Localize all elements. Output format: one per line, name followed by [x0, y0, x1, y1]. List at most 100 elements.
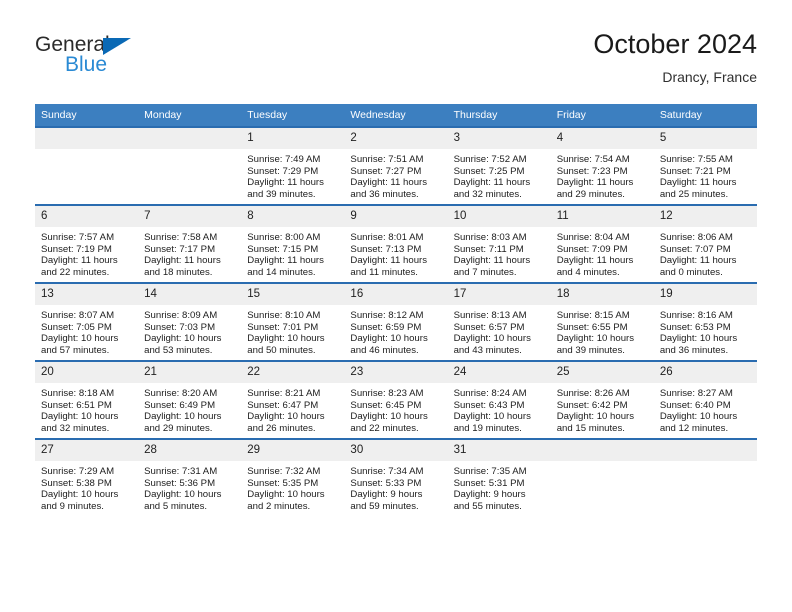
daylight-duration-line2: and 25 minutes.	[659, 188, 729, 200]
daylight-duration-line2: and 55 minutes.	[453, 500, 522, 512]
day-number: 23	[344, 362, 448, 383]
sunset-time: Sunset: 7:25 PM	[453, 165, 525, 177]
calendar-day-cell[interactable]: 11 Sunrise: 8:04 AM Sunset: 7:09 PM Dayligh…	[550, 204, 654, 283]
day-details: Sunrise: 8:23 AM Sunset: 6:45 PM Daylight:…	[344, 383, 447, 434]
calendar-day-cell[interactable]: 27 Sunrise: 7:29 AM Sunset: 5:38 PM Dayligh…	[35, 438, 139, 516]
calendar-day-cell[interactable]: 17 Sunrise: 8:13 AM Sunset: 6:57 PM Dayligh…	[447, 282, 551, 361]
daylight-duration-line2: and 32 minutes.	[41, 422, 110, 434]
daylight-duration-line2: and 50 minutes.	[247, 344, 316, 356]
daylight-duration-line2: and 39 minutes.	[556, 344, 625, 356]
calendar-day-cell[interactable]: 10 Sunrise: 8:03 AM Sunset: 7:11 PM Dayligh…	[447, 204, 551, 283]
day-number: 20	[35, 362, 139, 383]
calendar-day-cell[interactable]: 19 Sunrise: 8:16 AM Sunset: 6:53 PM Dayligh…	[653, 282, 757, 361]
daylight-duration-line2: and 43 minutes.	[453, 344, 522, 356]
daylight-duration-line1: Daylight: 11 hours	[350, 177, 428, 189]
day-details: Sunrise: 8:26 AM Sunset: 6:42 PM Daylight:…	[551, 383, 654, 434]
day-number: 9	[344, 206, 448, 227]
sunrise-time: Sunrise: 8:06 AM	[659, 232, 733, 243]
calendar-day-cell[interactable]: 16 Sunrise: 8:12 AM Sunset: 6:59 PM Dayligh…	[344, 282, 448, 361]
sunset-time: Sunset: 5:33 PM	[350, 477, 422, 489]
day-details: Sunrise: 8:01 AM Sunset: 7:13 PM Daylight:…	[344, 227, 447, 278]
daylight-duration-line1: Daylight: 10 hours	[247, 411, 325, 423]
daylight-duration-line1: Daylight: 10 hours	[144, 411, 222, 423]
day-number: 31	[447, 440, 551, 461]
daylight-duration-line2: and 57 minutes.	[41, 344, 110, 356]
calendar-week-row: 13 Sunrise: 8:07 AM Sunset: 7:05 PM Dayligh…	[35, 282, 757, 361]
day-number: 10	[447, 206, 551, 227]
sunrise-time: Sunrise: 8:18 AM	[41, 388, 115, 399]
title-block: October 2024 Drancy, France	[593, 28, 757, 86]
day-number	[550, 440, 654, 461]
calendar-day-cell[interactable]: 2 Sunrise: 7:51 AM Sunset: 7:27 PM Daylight…	[344, 126, 448, 205]
sunset-time: Sunset: 6:47 PM	[247, 399, 319, 411]
sunrise-time: Sunrise: 8:15 AM	[556, 310, 630, 321]
daylight-duration-line1: Daylight: 10 hours	[247, 333, 325, 345]
calendar-day-cell[interactable]: 29 Sunrise: 7:32 AM Sunset: 5:35 PM Dayligh…	[241, 438, 345, 516]
calendar-day-cell[interactable]: 31 Sunrise: 7:35 AM Sunset: 5:31 PM Dayligh…	[447, 438, 551, 516]
calendar-day-cell[interactable]: 1 Sunrise: 7:49 AM Sunset: 7:29 PM Daylight…	[241, 126, 345, 205]
calendar-day-cell[interactable]: 15 Sunrise: 8:10 AM Sunset: 7:01 PM Dayligh…	[241, 282, 345, 361]
day-number: 8	[241, 206, 345, 227]
calendar-day-cell[interactable]: 24 Sunrise: 8:24 AM Sunset: 6:43 PM Dayligh…	[447, 360, 551, 439]
calendar-day-cell[interactable]: 25 Sunrise: 8:26 AM Sunset: 6:42 PM Dayligh…	[550, 360, 654, 439]
calendar-day-cell[interactable]: 8 Sunrise: 8:00 AM Sunset: 7:15 PM Daylight…	[241, 204, 345, 283]
sunset-time: Sunset: 7:09 PM	[556, 243, 628, 255]
daylight-duration-line2: and 53 minutes.	[144, 344, 213, 356]
calendar-day-cell[interactable]: 5 Sunrise: 7:55 AM Sunset: 7:21 PM Daylight…	[653, 126, 757, 205]
daylight-duration-line1: Daylight: 11 hours	[350, 255, 428, 267]
sunrise-time: Sunrise: 8:10 AM	[247, 310, 321, 321]
daylight-duration-line2: and 14 minutes.	[247, 266, 316, 278]
calendar-day-cell[interactable]: 4 Sunrise: 7:54 AM Sunset: 7:23 PM Daylight…	[550, 126, 654, 205]
calendar-week-row: 27 Sunrise: 7:29 AM Sunset: 5:38 PM Dayligh…	[35, 438, 757, 516]
calendar-day-cell[interactable]: 9 Sunrise: 8:01 AM Sunset: 7:13 PM Daylight…	[344, 204, 448, 283]
calendar-cell-empty	[138, 126, 242, 205]
day-details: Sunrise: 7:49 AM Sunset: 7:29 PM Daylight:…	[241, 149, 344, 200]
weekday-header-saturday: Saturday	[653, 104, 757, 127]
daylight-duration-line2: and 22 minutes.	[350, 422, 419, 434]
sunset-time: Sunset: 7:05 PM	[41, 321, 112, 333]
day-number: 22	[241, 362, 345, 383]
calendar-day-cell[interactable]: 23 Sunrise: 8:23 AM Sunset: 6:45 PM Dayligh…	[344, 360, 448, 439]
calendar-cell-empty	[653, 438, 757, 516]
calendar-day-cell[interactable]: 22 Sunrise: 8:21 AM Sunset: 6:47 PM Dayligh…	[241, 360, 345, 439]
day-details: Sunrise: 8:03 AM Sunset: 7:11 PM Daylight:…	[448, 227, 551, 278]
day-number: 30	[344, 440, 448, 461]
sunrise-time: Sunrise: 8:09 AM	[144, 310, 218, 321]
daylight-duration-line2: and 7 minutes.	[453, 266, 517, 278]
calendar-day-cell[interactable]: 21 Sunrise: 8:20 AM Sunset: 6:49 PM Dayligh…	[138, 360, 242, 439]
sunrise-time: Sunrise: 8:16 AM	[659, 310, 733, 321]
day-details: Sunrise: 8:12 AM Sunset: 6:59 PM Daylight:…	[344, 305, 447, 356]
daylight-duration-line1: Daylight: 11 hours	[556, 255, 634, 267]
day-number: 3	[447, 128, 551, 149]
day-number: 12	[653, 206, 757, 227]
day-number: 29	[241, 440, 345, 461]
calendar-day-cell[interactable]: 12 Sunrise: 8:06 AM Sunset: 7:07 PM Dayligh…	[653, 204, 757, 283]
calendar-day-cell[interactable]: 26 Sunrise: 8:27 AM Sunset: 6:40 PM Dayligh…	[653, 360, 757, 439]
daylight-duration-line1: Daylight: 9 hours	[453, 489, 526, 501]
weekday-header-sunday: Sunday	[35, 104, 139, 127]
calendar-day-cell[interactable]: 3 Sunrise: 7:52 AM Sunset: 7:25 PM Daylight…	[447, 126, 551, 205]
page-header: General Blue October 2024 Drancy, France	[35, 28, 757, 98]
daylight-duration-line2: and 2 minutes.	[247, 500, 311, 512]
day-details: Sunrise: 8:09 AM Sunset: 7:03 PM Daylight:…	[138, 305, 241, 356]
calendar-day-cell[interactable]: 13 Sunrise: 8:07 AM Sunset: 7:05 PM Dayligh…	[35, 282, 139, 361]
daylight-duration-line1: Daylight: 10 hours	[144, 333, 222, 345]
daylight-duration-line1: Daylight: 10 hours	[41, 489, 119, 501]
calendar-day-cell[interactable]: 28 Sunrise: 7:31 AM Sunset: 5:36 PM Dayligh…	[138, 438, 242, 516]
day-number	[138, 128, 242, 149]
sunset-time: Sunset: 7:15 PM	[247, 243, 319, 255]
day-details: Sunrise: 7:32 AM Sunset: 5:35 PM Daylight:…	[241, 461, 344, 512]
daylight-duration-line1: Daylight: 10 hours	[247, 489, 325, 501]
calendar-day-cell[interactable]: 7 Sunrise: 7:58 AM Sunset: 7:17 PM Daylight…	[138, 204, 242, 283]
sunset-time: Sunset: 5:36 PM	[144, 477, 216, 489]
calendar-day-cell[interactable]: 20 Sunrise: 8:18 AM Sunset: 6:51 PM Dayligh…	[35, 360, 139, 439]
day-number: 27	[35, 440, 139, 461]
daylight-duration-line1: Daylight: 11 hours	[247, 255, 324, 267]
calendar-day-cell[interactable]: 18 Sunrise: 8:15 AM Sunset: 6:55 PM Dayligh…	[550, 282, 654, 361]
day-details: Sunrise: 8:10 AM Sunset: 7:01 PM Daylight:…	[241, 305, 344, 356]
sunset-time: Sunset: 7:21 PM	[659, 165, 731, 177]
calendar-day-cell[interactable]: 30 Sunrise: 7:34 AM Sunset: 5:33 PM Dayligh…	[344, 438, 448, 516]
day-number: 28	[138, 440, 242, 461]
calendar-day-cell[interactable]: 14 Sunrise: 8:09 AM Sunset: 7:03 PM Dayligh…	[138, 282, 242, 361]
calendar-day-cell[interactable]: 6 Sunrise: 7:57 AM Sunset: 7:19 PM Daylight…	[35, 204, 139, 283]
